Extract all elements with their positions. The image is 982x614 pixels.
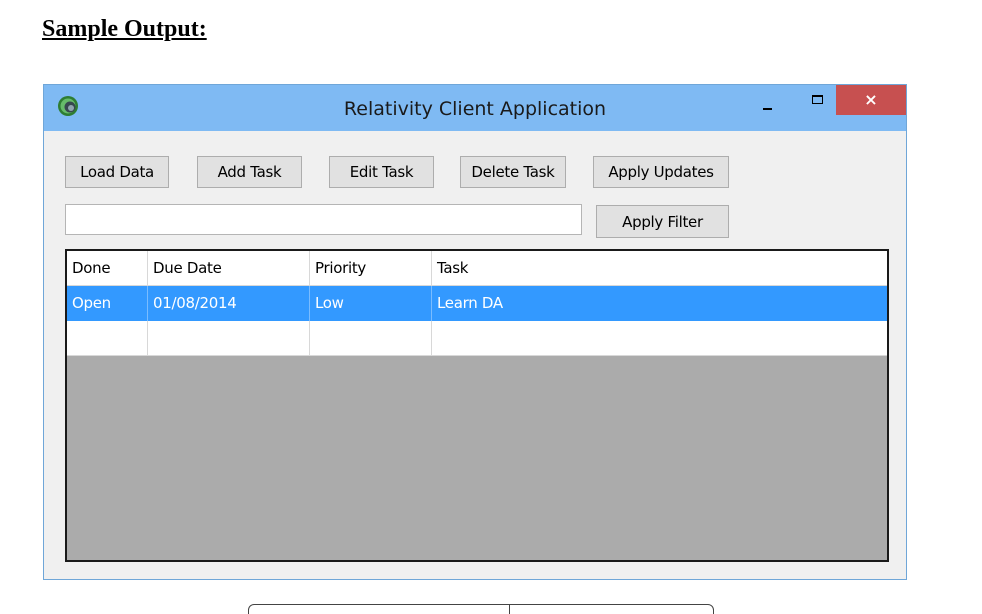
add-task-button[interactable]: Add Task bbox=[197, 156, 302, 188]
apply-updates-button[interactable]: Apply Updates bbox=[593, 156, 729, 188]
filter-input[interactable] bbox=[65, 204, 582, 235]
cell-task[interactable]: Learn DA bbox=[432, 286, 887, 321]
task-grid[interactable]: Done Due Date Priority Task Open 01/08/2… bbox=[65, 249, 889, 562]
table-row[interactable]: Open 01/08/2014 Low Learn DA bbox=[67, 286, 887, 321]
app-window: Relativity Client Application × Load Dat… bbox=[43, 84, 907, 580]
edit-task-button[interactable]: Edit Task bbox=[329, 156, 434, 188]
column-header-due-date[interactable]: Due Date bbox=[148, 251, 310, 286]
bottom-tab-divider bbox=[509, 604, 510, 614]
new-row[interactable] bbox=[67, 321, 887, 356]
new-cell-task[interactable] bbox=[432, 321, 887, 356]
load-data-button[interactable]: Load Data bbox=[65, 156, 169, 188]
cell-due-date[interactable]: 01/08/2014 bbox=[148, 286, 310, 321]
grid-header-row: Done Due Date Priority Task bbox=[67, 251, 887, 286]
column-header-priority[interactable]: Priority bbox=[310, 251, 432, 286]
bottom-tab-outline bbox=[248, 604, 714, 614]
page-heading: Sample Output: bbox=[42, 16, 207, 42]
cell-priority[interactable]: Low bbox=[310, 286, 432, 321]
apply-filter-button[interactable]: Apply Filter bbox=[596, 205, 729, 238]
column-header-task[interactable]: Task bbox=[432, 251, 887, 286]
new-cell-done[interactable] bbox=[67, 321, 148, 356]
minimize-icon[interactable] bbox=[758, 97, 778, 117]
cell-done[interactable]: Open bbox=[67, 286, 148, 321]
maximize-icon[interactable] bbox=[808, 92, 828, 112]
column-header-done[interactable]: Done bbox=[67, 251, 148, 286]
delete-task-button[interactable]: Delete Task bbox=[460, 156, 566, 188]
close-icon[interactable]: × bbox=[836, 85, 906, 115]
title-bar[interactable]: Relativity Client Application × bbox=[44, 85, 906, 131]
new-cell-due-date[interactable] bbox=[148, 321, 310, 356]
new-cell-priority[interactable] bbox=[310, 321, 432, 356]
